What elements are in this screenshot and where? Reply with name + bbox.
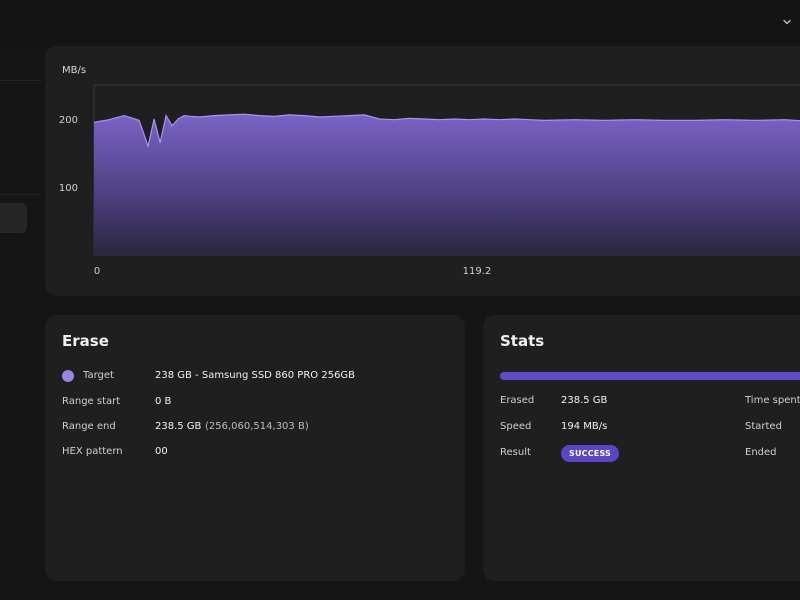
started-label: Started (745, 421, 782, 432)
erase-card: Erase Target 238 GB - Samsung SSD 860 PR… (45, 315, 465, 581)
app-window: MB/s 200 100 0 119.2 Erase Target 238 GB - … (0, 0, 800, 600)
sidebar-divider (0, 194, 42, 195)
target-value: 238 GB - Samsung SSD 860 PRO 256GB (155, 370, 356, 381)
result-label: Result (500, 447, 531, 458)
speed-chart-card: MB/s 200 100 0 119.2 (45, 46, 800, 296)
sidebar (0, 44, 44, 600)
range-start-value: 0 B (155, 396, 172, 407)
speed-area (94, 114, 800, 255)
progress-bar (500, 372, 800, 380)
hex-pattern-label: HEX pattern (62, 446, 123, 457)
ended-label: Ended (745, 447, 777, 458)
sidebar-divider (0, 80, 42, 81)
result-badge: SUCCESS (561, 445, 619, 462)
range-end-label: Range end (62, 421, 116, 432)
time-spent-label: Time spent (745, 395, 800, 406)
erased-value: 238.5 GB (561, 395, 608, 406)
stats-card: Stats Erased 238.5 GB Speed 194 MB/s Res… (483, 315, 800, 581)
target-dot-icon (62, 370, 74, 382)
hex-pattern-value: 00 (155, 446, 168, 457)
range-start-label: Range start (62, 396, 121, 407)
chevron-down-icon[interactable] (779, 14, 795, 30)
erased-label: Erased (500, 395, 535, 406)
stats-title: Stats (500, 332, 545, 350)
sidebar-item-active[interactable] (0, 203, 27, 233)
erase-title: Erase (62, 332, 109, 350)
top-bar (0, 0, 800, 44)
x-tick-label: 0 (94, 266, 100, 277)
speed-label: Speed (500, 421, 532, 432)
speed-chart: 200 100 0 119.2 (59, 84, 800, 277)
range-end-value: 238.5 GB (155, 421, 202, 432)
x-tick-label: 119.2 (463, 266, 492, 277)
progress-bar-fill (500, 372, 800, 380)
range-end-bytes: (256,060,514,303 B) (205, 421, 309, 432)
speed-value: 194 MB/s (561, 421, 608, 432)
target-label: Target (83, 370, 114, 381)
y-tick-label: 200 (59, 115, 78, 126)
y-tick-label: 100 (59, 183, 78, 194)
